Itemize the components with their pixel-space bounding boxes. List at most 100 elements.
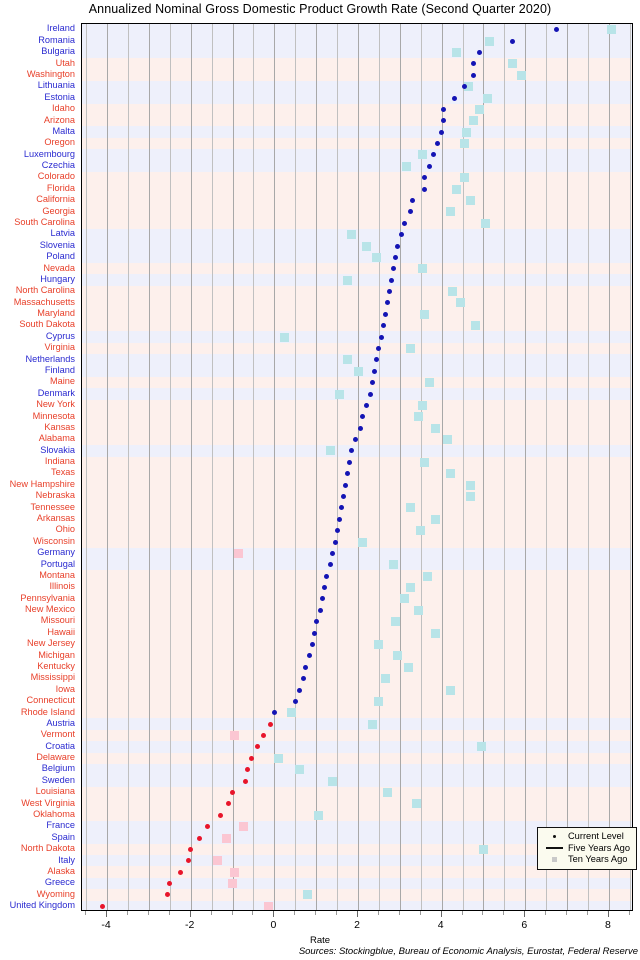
y-axis-tick-label: Texas	[51, 467, 75, 478]
ten-years-ago-marker	[353, 366, 363, 376]
grid-line-vertical	[316, 24, 318, 910]
row-band	[82, 456, 632, 468]
y-axis-tick-label: Ohio	[55, 524, 75, 535]
row-band	[82, 445, 632, 457]
ten-years-ago-marker	[372, 252, 382, 262]
current-level-marker	[196, 835, 202, 841]
current-level-marker	[388, 277, 394, 283]
y-axis-tick-label: Alabama	[38, 433, 75, 444]
y-axis-tick-label: Arkansas	[36, 513, 75, 524]
ten-years-ago-marker	[374, 696, 384, 706]
row-band	[82, 752, 632, 764]
row-band	[82, 46, 632, 59]
y-axis-labels: Ireland Romania Bulgaria Utah Washington Lith…	[0, 23, 78, 911]
current-level-marker	[340, 493, 346, 499]
ten-years-ago-marker	[389, 560, 399, 570]
current-level-marker	[395, 243, 401, 249]
y-axis-tick-label: Maryland	[37, 308, 75, 319]
current-level-marker	[476, 49, 482, 55]
ten-years-ago-marker	[474, 104, 484, 114]
grid-line-vertical	[107, 24, 109, 910]
row-band	[82, 604, 632, 616]
ten-years-ago-marker	[481, 218, 491, 228]
x-axis-tick	[628, 911, 630, 915]
current-level-marker	[470, 72, 476, 78]
grid-line-vertical	[274, 24, 276, 910]
ten-years-ago-marker	[401, 161, 411, 171]
y-axis-tick-label: South Dakota	[19, 319, 75, 330]
legend-label-ten-years: Ten Years Ago	[567, 854, 628, 864]
row-band	[82, 661, 632, 673]
row-band	[82, 115, 632, 127]
x-axis-tick	[524, 911, 526, 917]
grid-line-vertical	[86, 24, 88, 910]
y-axis-tick-label: Portugal	[40, 558, 75, 569]
current-level-dot-icon	[542, 831, 568, 843]
grid-line-vertical	[169, 24, 171, 910]
row-band	[82, 297, 632, 309]
current-level-marker	[217, 812, 223, 818]
row-band	[82, 228, 632, 241]
sources-note: Sources: Stockingblue, Bureau of Economi…	[298, 946, 638, 957]
grid-line-vertical	[525, 24, 527, 910]
row-band	[82, 92, 632, 104]
row-band	[82, 729, 632, 742]
ten-years-ago-marker	[508, 59, 518, 69]
y-axis-tick-label: Bulgaria	[41, 46, 75, 57]
y-axis-tick-label: Latvia	[50, 228, 75, 239]
row-band	[82, 320, 632, 332]
current-level-marker	[292, 698, 298, 704]
row-band	[82, 593, 632, 605]
ten-years-ago-marker	[380, 674, 390, 684]
y-axis-tick-label: Denmark	[37, 387, 75, 398]
y-axis-tick-label: Florida	[46, 182, 75, 193]
row-band	[82, 58, 632, 70]
y-axis-tick-label: New Mexico	[24, 604, 75, 615]
current-level-marker	[311, 630, 317, 636]
current-level-marker	[324, 573, 330, 579]
y-axis-tick-label: Spain	[51, 831, 76, 842]
y-axis-tick-label: Luxembourg	[23, 148, 75, 159]
x-axis-tick-label: -4	[101, 919, 111, 931]
x-axis-tick	[461, 911, 463, 915]
x-axis-tick	[419, 911, 421, 915]
ten-years-ago-marker	[455, 298, 465, 308]
y-axis-tick-label: Idaho	[52, 103, 75, 114]
grid-line-vertical	[504, 24, 506, 910]
row-band	[82, 263, 632, 275]
row-band	[82, 194, 632, 207]
ten-years-ago-marker	[418, 264, 428, 274]
x-axis-tick-label: 4	[437, 919, 444, 931]
ten-years-ago-marker	[221, 833, 231, 843]
ten-years-ago-marker	[357, 537, 367, 547]
current-level-marker	[372, 368, 378, 374]
y-axis-tick-label: Maine	[49, 376, 75, 387]
current-level-marker	[296, 687, 302, 693]
current-level-marker	[336, 516, 342, 522]
grid-line-vertical	[483, 24, 485, 910]
grid-line-vertical	[148, 24, 150, 910]
x-axis-tick-label: 2	[354, 919, 360, 931]
y-axis-tick-label: Louisiana	[35, 786, 75, 797]
row-band	[82, 570, 632, 582]
ten-years-ago-marker	[460, 139, 470, 149]
current-level-marker	[332, 539, 338, 545]
ten-years-ago-marker	[516, 70, 526, 80]
grid-line-vertical	[378, 24, 380, 910]
row-band	[82, 308, 632, 320]
y-axis-tick-label: Malta	[52, 125, 75, 136]
row-band	[82, 616, 632, 628]
row-band	[82, 775, 632, 787]
y-axis-tick-label: West Virginia	[21, 797, 75, 808]
ten-years-ago-marker	[414, 412, 424, 422]
current-level-marker	[510, 38, 516, 44]
x-axis-tick-label: 6	[521, 919, 528, 931]
x-axis-tick	[231, 911, 233, 915]
y-axis-tick-label: New Hampshire	[9, 478, 75, 489]
legend-item-current: Current Level	[542, 831, 630, 843]
ten-years-ago-marker	[422, 571, 432, 581]
y-axis-tick-label: Delaware	[36, 752, 75, 763]
current-level-marker	[244, 767, 250, 773]
x-axis-tick	[273, 911, 275, 917]
x-axis-tick	[294, 911, 296, 915]
